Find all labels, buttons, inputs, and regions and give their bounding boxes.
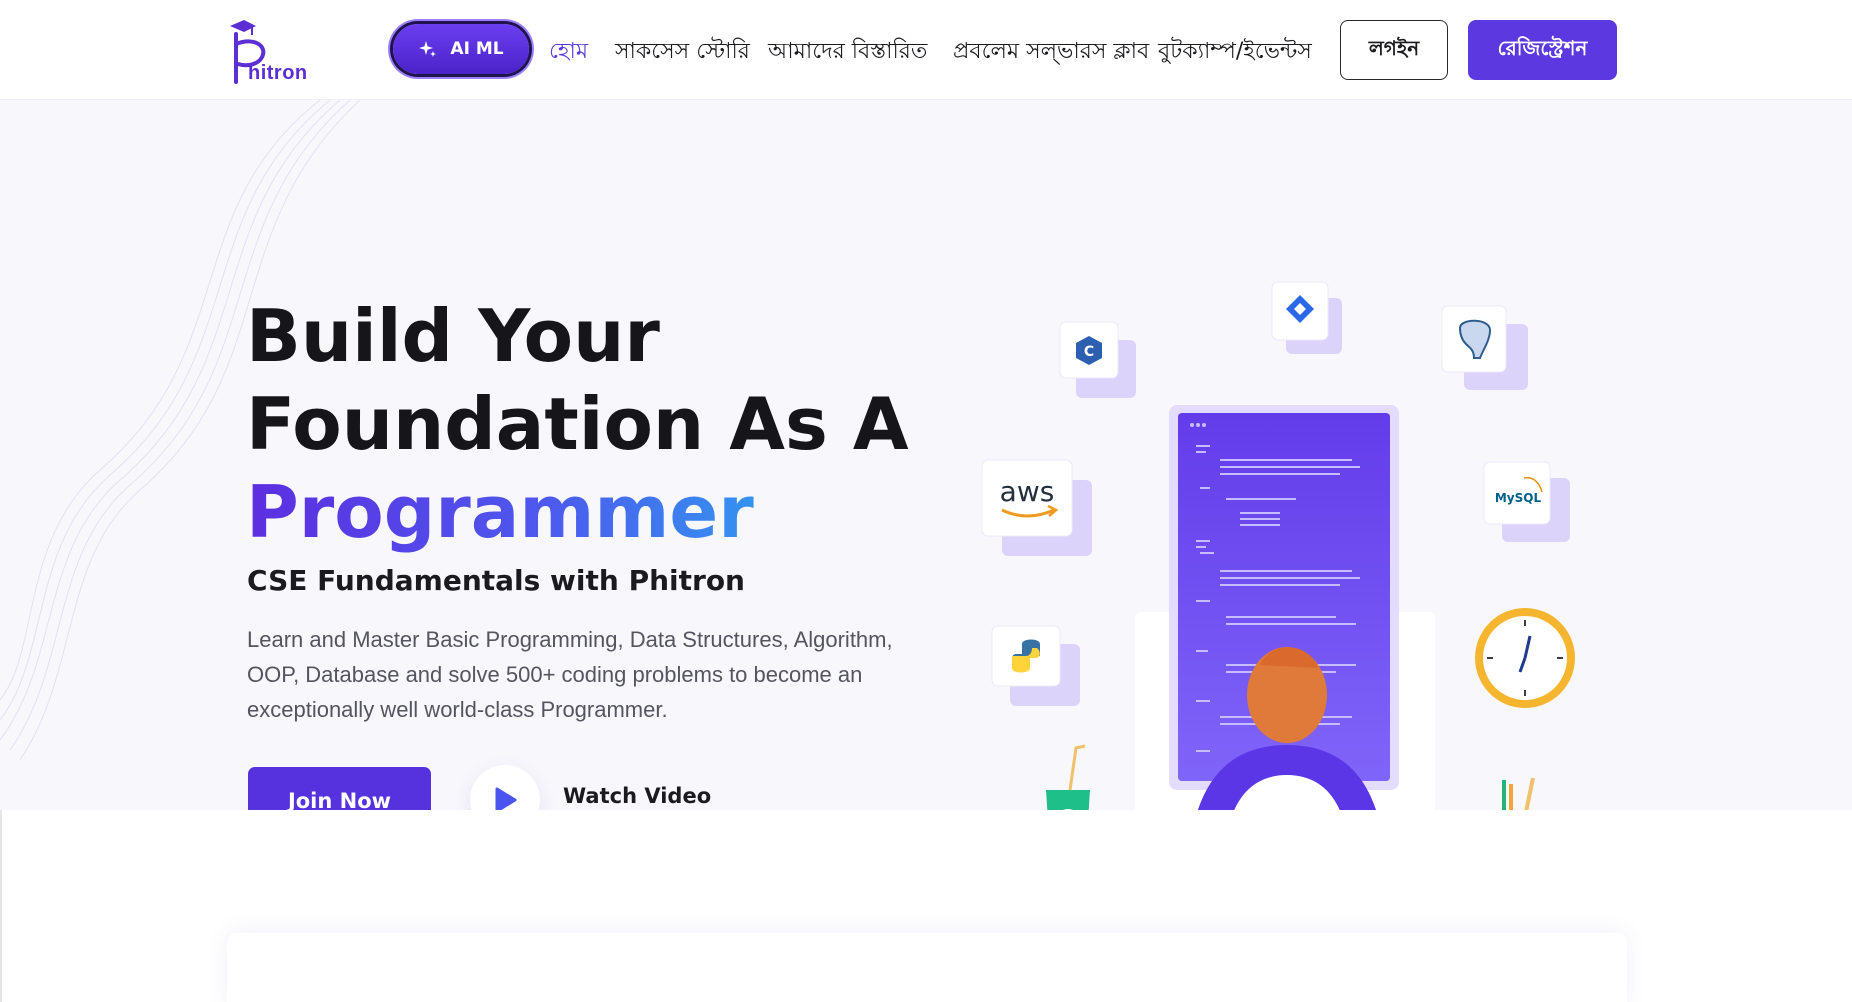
python-badge [991, 625, 1080, 706]
mysql-badge: MySQL [1483, 461, 1570, 542]
hero-title-highlight: Programmer [246, 468, 909, 556]
sparkle-icon [419, 41, 437, 57]
hero-section: Build Your Foundation As A Programmer CS… [0, 100, 1852, 810]
ai-ml-label: AI ML [450, 39, 504, 59]
jira-badge [1271, 281, 1342, 354]
join-now-button[interactable]: Join Now [248, 767, 431, 810]
nav-bootcamp-events[interactable]: বুটক্যাম্প/ইভেন্টস [1158, 34, 1312, 71]
play-video-button[interactable] [470, 765, 540, 810]
brand-name[interactable]: hitron [248, 62, 308, 85]
nav-success-story[interactable]: সাকসেস স্টোরি [615, 34, 750, 71]
watch-video-link[interactable]: Watch Video [563, 784, 711, 808]
register-button[interactable]: রেজিস্ট্রেশন [1468, 20, 1617, 80]
programmer-illustration: C aws MySQL [981, 281, 1575, 810]
site-header: hitron AI ML হোম সাকসেস স্টোরি আমাদের বি… [0, 0, 1852, 100]
ai-ml-button[interactable]: AI ML [393, 24, 529, 74]
content-card [227, 933, 1627, 1002]
login-button[interactable]: লগইন [1340, 20, 1448, 80]
nav-problem-solvers-club[interactable]: প্রবলেম সল্ভারস ক্লাব [953, 34, 1149, 71]
hero-title: Build Your Foundation As A Programmer [246, 292, 909, 556]
hero-title-line-1: Build Your [246, 294, 660, 378]
nav-about-details[interactable]: আমাদের বিস্তারিত [768, 34, 927, 71]
svg-text:C: C [1084, 344, 1094, 360]
aws-badge: aws [981, 459, 1092, 556]
play-icon [495, 787, 517, 810]
hero-title-line-2: Foundation As A [246, 382, 909, 466]
hero-description: Learn and Master Basic Programming, Data… [247, 627, 893, 722]
cpp-badge: C [1059, 321, 1136, 398]
hero-subtitle: CSE Fundamentals with Phitron [247, 564, 745, 597]
svg-text:MySQL: MySQL [1495, 491, 1542, 505]
svg-text:aws: aws [1000, 475, 1055, 508]
nav-home[interactable]: হোম [549, 34, 588, 71]
postgresql-badge [1441, 305, 1528, 390]
